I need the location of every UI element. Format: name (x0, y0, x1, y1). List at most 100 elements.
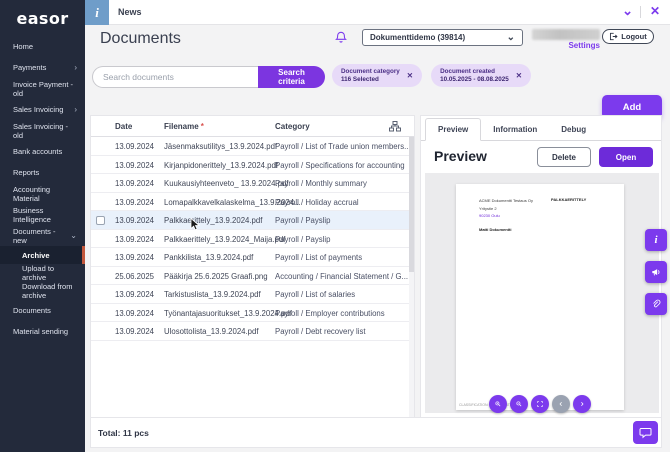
sidebar-item[interactable]: Documents (0, 300, 85, 321)
sidebar-item[interactable]: Sales Invoicing - old (0, 120, 85, 141)
remove-filter-icon[interactable]: ✕ (516, 71, 522, 80)
cell-category: Accounting / Financial Statement / G... (275, 271, 409, 281)
previous-page-button[interactable] (552, 395, 570, 413)
right-rail: i (645, 229, 667, 315)
scrollbar-thumb[interactable] (409, 137, 414, 272)
close-icon[interactable]: ✕ (650, 5, 660, 17)
logout-arrow-icon (610, 32, 618, 41)
news-bar: i News ⌄ ✕ (85, 0, 670, 25)
cell-category: Payroll / Specifications for accounting (275, 160, 405, 170)
sidebar-item[interactable]: Reports (0, 162, 85, 183)
next-page-button[interactable] (573, 395, 591, 413)
column-header-category[interactable]: Category (275, 122, 310, 131)
sidebar-item[interactable]: Download from archive (0, 282, 85, 300)
sort-indicator: * (200, 122, 204, 131)
sidebar-item-label: Reports (13, 168, 40, 177)
filter-chip-text: Document category 116 Selected (341, 68, 400, 84)
document-city: 90230 Oulu (479, 213, 500, 219)
filter-chip-value: 10.05.2025 - 08.08.2025 (440, 75, 509, 83)
cell-date: 25.06.2025 (115, 271, 155, 281)
table-row[interactable]: 13.09.2024 Lomapalkkavelkalaskelma_13.9.… (91, 193, 414, 211)
cell-filename: Tarkistuslista_13.9.2024.pdf (164, 290, 261, 299)
cell-date: 13.09.2024 (115, 234, 155, 244)
column-header-date[interactable]: Date (115, 122, 132, 131)
table-row[interactable]: 13.09.2024 Ulosottolista_13.9.2024.pdf P… (91, 322, 414, 341)
table-scrollbar[interactable] (409, 137, 414, 417)
document-recipient: Matti Dokumentti (479, 227, 512, 232)
sidebar-item-label: Documents - new (13, 226, 56, 245)
cell-filename: Kirjanpidonerittely_13.9.2024.pdf (164, 160, 279, 170)
chevron-down-icon[interactable]: ⌄ (622, 4, 633, 17)
zoom-in-button[interactable] (489, 395, 507, 413)
sidebar-item-label: Accounting Material (13, 184, 51, 203)
info-icon: i (654, 234, 658, 246)
table-row[interactable]: 13.09.2024 Palkkaerittely_13.9.2024_Maij… (91, 230, 414, 248)
table-row[interactable]: 13.09.2024 Kirjanpidonerittely_13.9.2024… (91, 156, 414, 174)
filter-chip-title: Document created (440, 67, 496, 75)
info-icon[interactable]: i (85, 0, 109, 25)
open-button[interactable]: Open (599, 147, 653, 167)
sidebar-item[interactable]: Payments › (0, 57, 85, 78)
tab[interactable]: Preview (425, 118, 482, 141)
table-row[interactable]: 13.09.2024 Kuukausiyhteenveto_ 13.9.2024… (91, 174, 414, 193)
chevron-icon: › (74, 62, 77, 72)
notifications-bell-icon[interactable] (335, 31, 347, 44)
sidebar-item[interactable]: Documents - new ⌄ (0, 225, 85, 246)
chevron-left-icon (559, 401, 562, 407)
feedback-rail-button[interactable] (645, 261, 667, 283)
sidebar-nav: Home Payments › Invoice Payment - old Sa… (0, 36, 85, 342)
table-row[interactable]: 13.09.2024 Palkkaerittely_13.9.2024.pdf … (91, 211, 414, 230)
sidebar-item[interactable]: Sales Invoicing › (0, 99, 85, 120)
category-tree-icon[interactable] (389, 121, 401, 134)
filter-chip[interactable]: Document created 10.05.2025 - 08.08.2025… (431, 64, 532, 87)
app-window: easor Home Payments › Invoice Payment - … (0, 0, 670, 452)
sidebar-item[interactable]: Upload to archive (0, 264, 85, 282)
company-select[interactable]: Dokumenttidemo (39814) ⌄ (362, 29, 523, 46)
cell-category: Payroll / Employer contributions (275, 308, 385, 318)
search-criteria-button[interactable]: Search criteria (258, 66, 325, 88)
info-rail-button[interactable]: i (645, 229, 667, 251)
tab[interactable]: Debug (549, 119, 598, 140)
logout-button[interactable]: Logout (602, 29, 654, 44)
sidebar-item[interactable]: Archive (0, 246, 85, 264)
column-header-filename[interactable]: Filename * (164, 122, 204, 131)
remove-filter-icon[interactable]: ✕ (407, 71, 413, 80)
cell-filename: Palkkaerittely_13.9.2024.pdf (164, 216, 263, 225)
search-input[interactable] (92, 66, 258, 88)
zoom-out-button[interactable] (510, 395, 528, 413)
document-sender-block: ACME Dokumentti Testaus Oy Yritystie 2 9… (479, 197, 533, 220)
sidebar-item[interactable]: Bank accounts (0, 141, 85, 162)
cell-date: 13.09.2024 (115, 253, 155, 262)
cell-category: Payroll / Payslip (275, 216, 331, 225)
sidebar-item[interactable]: Home (0, 36, 85, 57)
cell-category: Payroll / List of salaries (275, 290, 356, 299)
settings-link[interactable]: Settings (535, 41, 600, 50)
attachment-rail-button[interactable] (645, 293, 667, 315)
table-row[interactable]: 13.09.2024 Työnantajasuoritukset_13.9.20… (91, 304, 414, 322)
sidebar-item[interactable]: Material sending (0, 321, 85, 342)
cell-category: Payroll / List of Trade union members... (275, 142, 411, 151)
fit-screen-button[interactable] (531, 395, 549, 413)
cell-date: 13.09.2024 (115, 142, 155, 151)
chat-button[interactable] (633, 421, 658, 444)
table-row[interactable]: 13.09.2024 Pankkilista_13.9.2024.pdf Pay… (91, 248, 414, 267)
sidebar-item[interactable]: Invoice Payment - old (0, 78, 85, 99)
table-row[interactable]: 13.09.2024 Tarkistuslista_13.9.2024.pdf … (91, 285, 414, 304)
cell-date: 13.09.2024 (115, 160, 155, 170)
magnifier-plus-icon (495, 401, 501, 407)
delete-button[interactable]: Delete (537, 147, 591, 167)
redacted-username (532, 29, 600, 40)
filter-chip[interactable]: Document category 116 Selected ✕ (332, 64, 423, 87)
filter-chips: Document category 116 Selected ✕ Documen… (332, 64, 532, 87)
sidebar-item[interactable]: Business Intelligence (0, 204, 85, 225)
footer-bar: Total: 11 pcs (90, 417, 662, 448)
logout-label: Logout (621, 32, 647, 41)
table-row[interactable]: 13.09.2024 Jäsenmaksutilitys_13.9.2024.p… (91, 137, 414, 156)
row-checkbox[interactable] (96, 215, 105, 225)
cell-date: 13.09.2024 (115, 197, 155, 207)
sidebar-item[interactable]: Accounting Material (0, 183, 85, 204)
table-row[interactable]: 25.06.2025 Pääkirja 25.6.2025 Graafi.png… (91, 267, 414, 285)
preview-controls (489, 395, 591, 413)
magnifier-minus-icon (516, 401, 522, 407)
tab[interactable]: Information (481, 119, 549, 140)
